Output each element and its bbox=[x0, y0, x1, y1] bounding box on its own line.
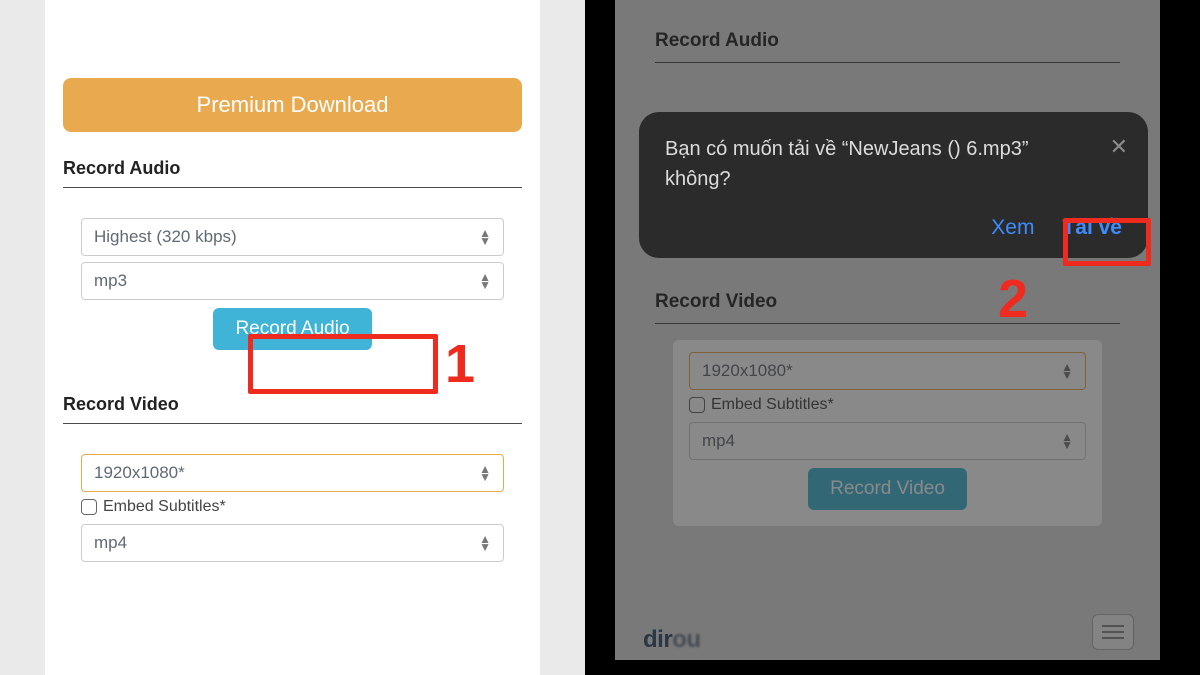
video-resolution-select[interactable]: 1920x1080* ▲▼ bbox=[81, 454, 504, 492]
annotation-number-1: 1 bbox=[445, 333, 475, 395]
premium-download-button[interactable]: Premium Download bbox=[63, 78, 522, 132]
video-format-select[interactable]: mp4 ▲▼ bbox=[81, 524, 504, 562]
view-button[interactable]: Xem bbox=[991, 216, 1034, 240]
embed-subtitles-label: Embed Subtitles* bbox=[103, 498, 226, 516]
download-confirm-modal: Bạn có muốn tải về “NewJeans () 6.mp3” k… bbox=[639, 112, 1148, 258]
audio-quality-select[interactable]: Highest (320 kbps) ▲▼ bbox=[81, 218, 504, 256]
modal-message: Bạn có muốn tải về “NewJeans () 6.mp3” k… bbox=[665, 134, 1122, 194]
audio-quality-value: Highest (320 kbps) bbox=[94, 227, 237, 247]
left-panel-inner: Premium Download Record Audio Highest (3… bbox=[45, 0, 540, 675]
video-resolution-value: 1920x1080* bbox=[94, 463, 185, 483]
right-panel: Record Audio Record Video 1920x1080* ▲▼ … bbox=[615, 0, 1200, 675]
right-panel-inner: Record Audio Record Video 1920x1080* ▲▼ … bbox=[615, 0, 1160, 660]
panel-divider bbox=[585, 0, 615, 675]
video-format-value: mp4 bbox=[94, 533, 127, 553]
audio-format-value: mp3 bbox=[94, 271, 127, 291]
download-button[interactable]: Tải về bbox=[1062, 216, 1122, 240]
checkbox-icon bbox=[81, 499, 97, 515]
audio-format-select[interactable]: mp3 ▲▼ bbox=[81, 262, 504, 300]
chevron-updown-icon: ▲▼ bbox=[479, 273, 491, 289]
record-video-card: 1920x1080* ▲▼ Embed Subtitles* mp4 ▲▼ bbox=[63, 440, 522, 586]
embed-subtitles-checkbox[interactable]: Embed Subtitles* bbox=[81, 498, 504, 516]
chevron-updown-icon: ▲▼ bbox=[479, 535, 491, 551]
chevron-updown-icon: ▲▼ bbox=[479, 229, 491, 245]
modal-actions: Xem Tải về bbox=[665, 216, 1122, 240]
annotation-number-2: 2 bbox=[998, 268, 1028, 330]
record-audio-title: Record Audio bbox=[63, 150, 522, 188]
chevron-updown-icon: ▲▼ bbox=[479, 465, 491, 481]
record-audio-button[interactable]: Record Audio bbox=[213, 308, 371, 350]
close-icon[interactable]: ✕ bbox=[1110, 134, 1128, 160]
modal-backdrop bbox=[615, 0, 1160, 660]
left-panel: Premium Download Record Audio Highest (3… bbox=[0, 0, 585, 675]
top-spacer bbox=[63, 0, 522, 68]
record-video-section: Record Video 1920x1080* ▲▼ Embed Subtitl… bbox=[63, 386, 522, 586]
